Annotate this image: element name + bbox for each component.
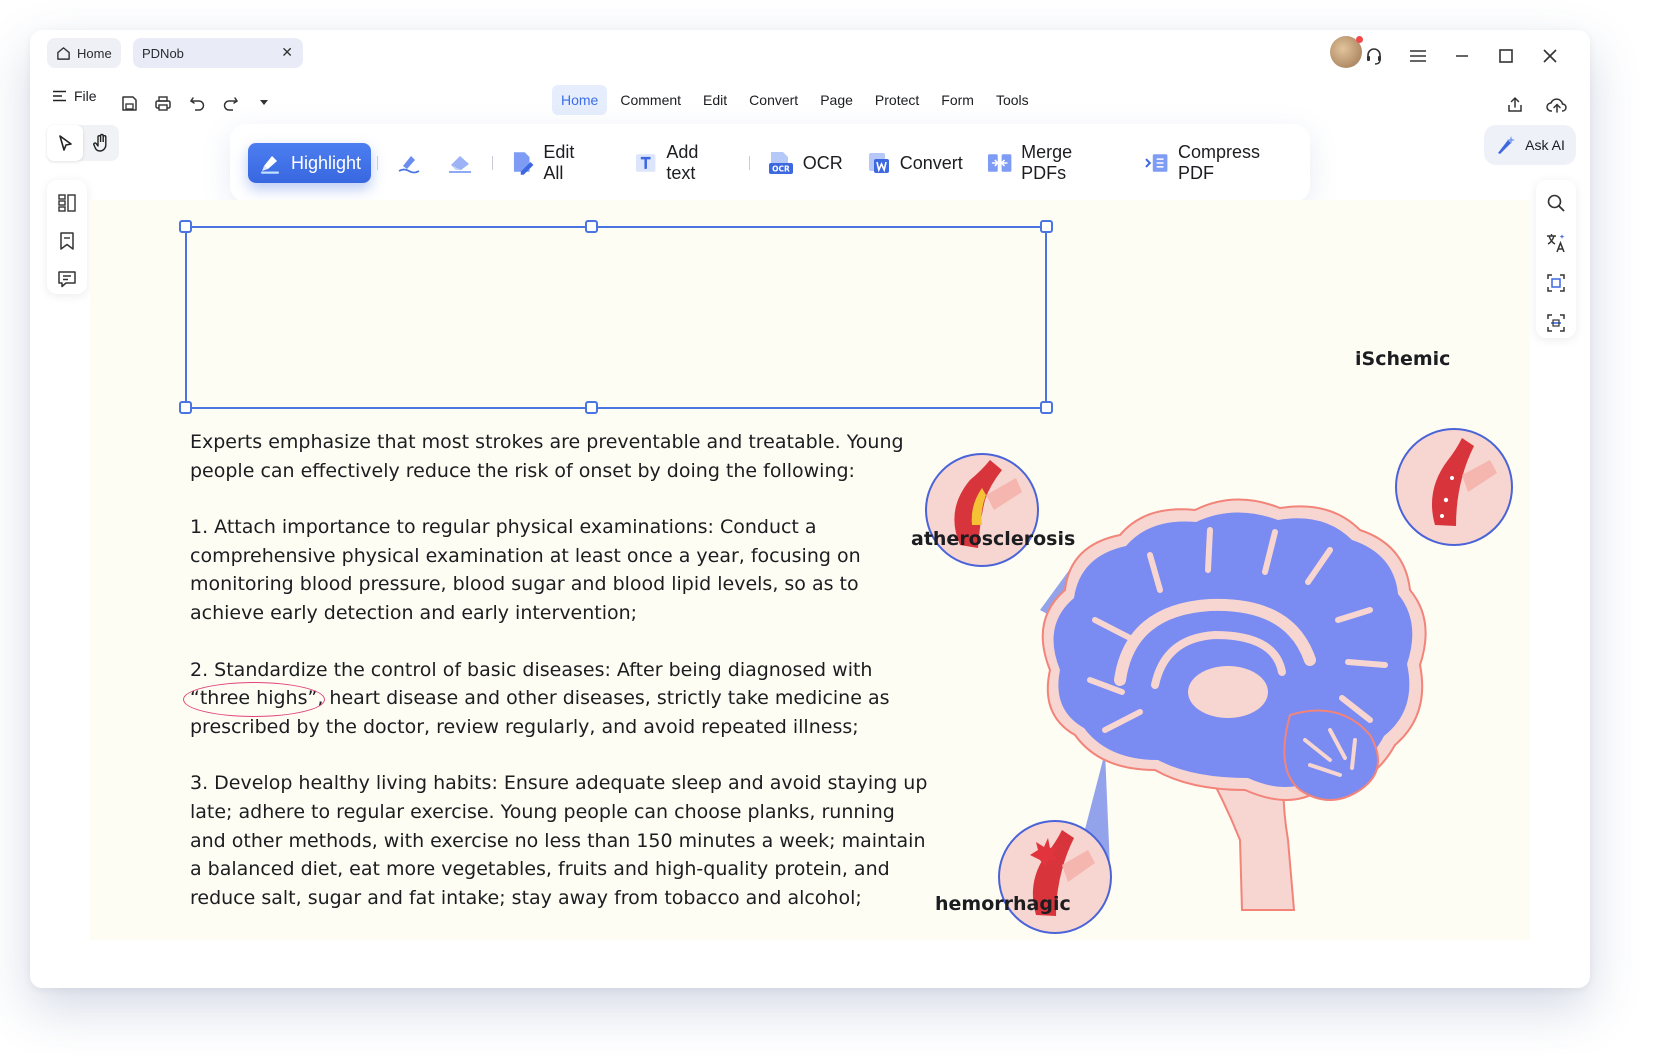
tab-nav-edit[interactable]: Edit xyxy=(694,85,736,115)
compress-pdf-button[interactable]: Compress PDF xyxy=(1132,142,1310,183)
label-hemorrhagic: hemorrhagic xyxy=(935,893,1071,915)
eraser-tool-button[interactable] xyxy=(434,143,486,183)
home-icon xyxy=(57,46,70,60)
comments-icon[interactable] xyxy=(52,264,82,294)
merge-pdfs-button[interactable]: Merge PDFs xyxy=(975,142,1132,183)
tab-home[interactable]: Home xyxy=(47,38,121,68)
compress-pdf-label: Compress PDF xyxy=(1178,142,1261,183)
add-text-label: Add text xyxy=(666,142,699,183)
convert-button[interactable]: Convert xyxy=(855,143,975,183)
tab-nav-comment[interactable]: Comment xyxy=(611,85,690,115)
undo-icon[interactable] xyxy=(184,90,210,116)
tab-nav-protect[interactable]: Protect xyxy=(866,85,928,115)
home-ribbon: Highlight Edit All Add text OCR OCR Conv… xyxy=(230,124,1310,202)
menubar: File Home Comment Edit Convert Page Prot… xyxy=(30,82,1590,122)
add-text-button[interactable]: Add text xyxy=(622,142,743,183)
right-sidebar xyxy=(1536,180,1576,338)
ocr-label: OCR xyxy=(802,152,843,173)
hand-tool-icon[interactable] xyxy=(83,125,119,161)
tab-nav-form[interactable]: Form xyxy=(932,85,983,115)
search-icon[interactable] xyxy=(1541,188,1571,218)
tab-home-label: Home xyxy=(77,45,112,61)
hamburger-icon xyxy=(53,90,66,102)
thalamus xyxy=(1188,666,1268,718)
merge-icon xyxy=(987,154,1012,172)
resize-handle-bottom-left[interactable] xyxy=(179,401,192,414)
share-icon[interactable] xyxy=(1500,90,1530,120)
edit-all-label: Edit All xyxy=(543,142,575,183)
tab-document-label: PDNob xyxy=(142,45,184,61)
ocr-icon: OCR xyxy=(768,152,793,174)
app-window: Home PDNob ✕ File Home Comment Edit Conv… xyxy=(30,30,1590,988)
tab-nav-page[interactable]: Page xyxy=(811,85,862,115)
resize-handle-bottom[interactable] xyxy=(585,401,598,414)
merge-pdfs-label: Merge PDFs xyxy=(1021,142,1073,183)
ai-sparkle-icon xyxy=(1498,136,1516,154)
close-window-icon[interactable] xyxy=(1528,38,1572,74)
tab-nav-home[interactable]: Home xyxy=(552,85,608,115)
paragraph-item-3: 3. Develop healthy living habits: Ensure… xyxy=(190,772,928,909)
paragraph-item-1: 1. Attach importance to regular physical… xyxy=(190,516,861,624)
divider xyxy=(748,156,750,170)
divider xyxy=(377,156,379,170)
resize-handle-top-right[interactable] xyxy=(1040,220,1053,233)
tab-nav-convert[interactable]: Convert xyxy=(740,85,807,115)
menu-icon[interactable] xyxy=(1396,38,1440,74)
redo-icon[interactable] xyxy=(217,90,243,116)
resize-handle-top[interactable] xyxy=(585,220,598,233)
pen-underline-icon xyxy=(398,156,420,174)
document-page[interactable]: Experts emphasize that most strokes are … xyxy=(90,200,1530,940)
underline-tool-button[interactable] xyxy=(384,143,434,183)
paragraph-intro: Experts emphasize that most strokes are … xyxy=(190,431,904,482)
label-atherosclerosis: atherosclerosis xyxy=(911,528,1076,550)
ocr-button[interactable]: OCR OCR xyxy=(756,143,855,183)
menubar-right-icons xyxy=(1500,90,1572,120)
support-icon[interactable] xyxy=(1352,38,1396,74)
close-tab-icon[interactable]: ✕ xyxy=(281,44,293,61)
ocr-badge-text: OCR xyxy=(772,165,790,174)
minimize-icon[interactable] xyxy=(1440,38,1484,74)
tab-document[interactable]: PDNob ✕ xyxy=(133,38,303,68)
brain-illustration xyxy=(925,428,1513,934)
translate-icon[interactable] xyxy=(1541,228,1571,258)
resize-handle-top-left[interactable] xyxy=(179,220,192,233)
file-menu-label: File xyxy=(74,88,97,104)
label-ischemic: iSchemic xyxy=(1355,348,1451,370)
highlight-button[interactable]: Highlight xyxy=(248,143,372,183)
body-text: Experts emphasize that most strokes are … xyxy=(190,428,930,940)
tab-nav-tools[interactable]: Tools xyxy=(987,85,1038,115)
left-sidebar xyxy=(47,180,87,294)
ask-ai-label: Ask AI xyxy=(1525,137,1565,153)
screenshot-ocr-icon[interactable] xyxy=(1541,268,1571,298)
print-icon[interactable] xyxy=(150,90,176,116)
text-box-icon xyxy=(635,154,656,172)
edit-document-icon xyxy=(513,152,534,175)
maximize-icon[interactable] xyxy=(1484,38,1528,74)
convert-word-icon xyxy=(868,153,889,173)
convert-label: Convert xyxy=(899,152,963,173)
file-menu-button[interactable]: File xyxy=(52,88,97,104)
ask-ai-button[interactable]: Ask AI xyxy=(1484,125,1576,165)
bookmark-icon[interactable] xyxy=(52,226,82,256)
compress-icon xyxy=(1144,154,1168,172)
scan-icon[interactable] xyxy=(1541,308,1571,338)
cloud-upload-icon[interactable] xyxy=(1542,90,1572,120)
save-icon[interactable] xyxy=(116,90,142,116)
paragraph-item-2: 2. Standardize the control of basic dise… xyxy=(190,656,930,742)
more-dropdown-icon[interactable] xyxy=(251,90,277,116)
window-controls xyxy=(1352,38,1572,74)
select-tool-icon[interactable] xyxy=(47,125,83,161)
highlight-label: Highlight xyxy=(291,152,362,173)
edit-all-button[interactable]: Edit All xyxy=(499,142,609,183)
eraser-icon xyxy=(449,156,472,173)
circled-annotation[interactable]: “three highs” xyxy=(190,687,317,709)
item-2-text-start: 2. Standardize the control of basic dise… xyxy=(190,658,873,681)
main-nav: Home Comment Edit Convert Page Protect F… xyxy=(552,85,1042,115)
divider xyxy=(492,156,494,170)
tool-mode-toggle xyxy=(47,125,119,161)
thumbnails-icon[interactable] xyxy=(52,188,82,218)
highlighter-icon xyxy=(261,156,279,174)
